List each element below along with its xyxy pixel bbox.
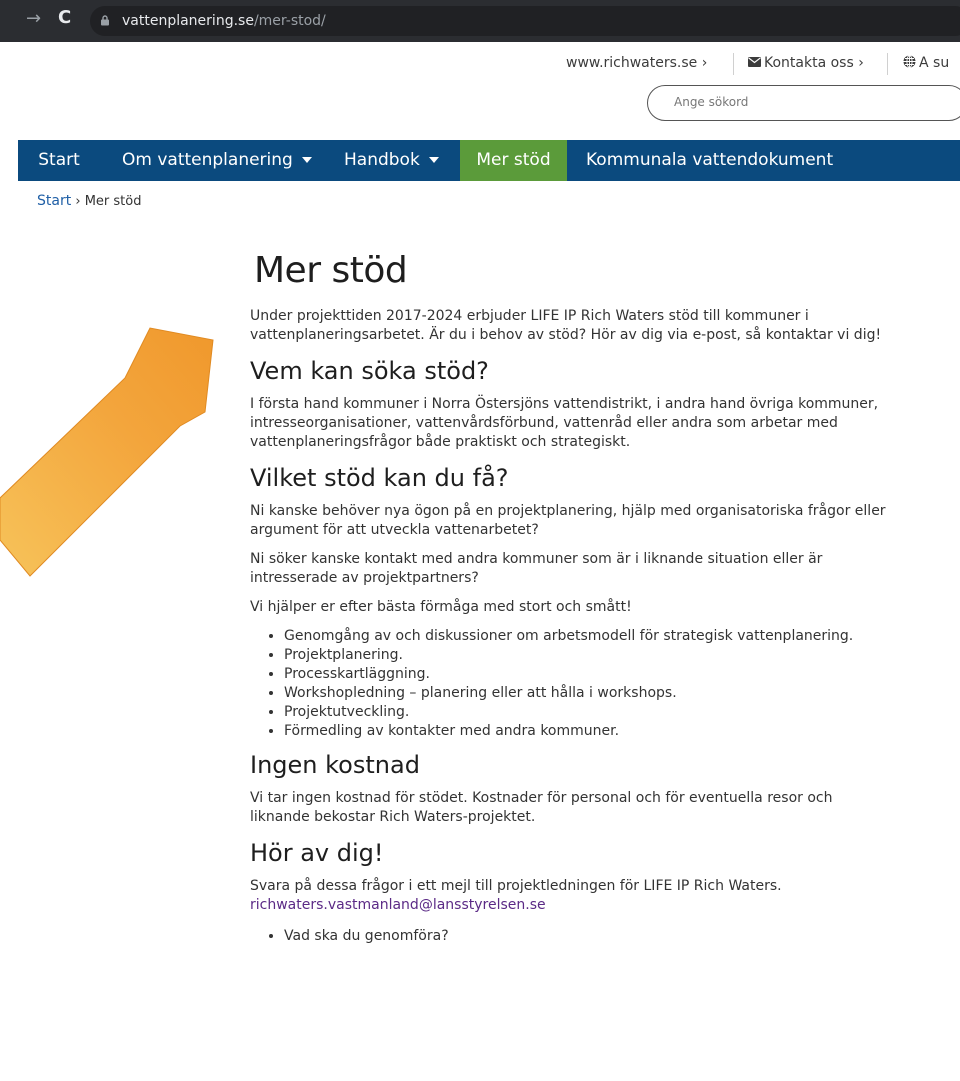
what-support-p2: Ni söker kanske kontakt med andra kommun… (250, 551, 823, 586)
globe-icon (903, 55, 916, 68)
envelope-icon (748, 57, 761, 67)
breadcrumb-separator: › (75, 194, 81, 209)
breadcrumb-home-link[interactable]: Start (37, 193, 71, 209)
support-list: Genomgång av och diskussioner om arbetsm… (250, 627, 890, 741)
nav-item-kommunala-vattendokument[interactable]: Kommunala vattendokument (586, 140, 833, 181)
language-link[interactable]: A su (903, 55, 949, 71)
questions-list: Vad ska du genomföra? (250, 927, 890, 946)
browser-toolbar: → C vattenplanering.se/mer-stod/ (0, 0, 960, 42)
nav-item-handbok[interactable]: Handbok (344, 140, 439, 181)
url-text: vattenplanering.se/mer-stod/ (122, 13, 326, 29)
richwaters-link[interactable]: www.richwaters.se › (566, 55, 707, 71)
no-cost-text: Vi tar ingen kostnad för stödet. Kostnad… (250, 790, 833, 825)
main-content: Mer stöd Under projekttiden 2017-2024 er… (250, 250, 890, 956)
nav-label: Handbok (344, 150, 420, 170)
breadcrumb: Start › Mer stöd (37, 193, 141, 209)
heading-who-can-apply: Vem kan söka stöd? (250, 357, 489, 385)
contact-text: Svara på dessa frågor i ett mejl till pr… (250, 877, 890, 915)
contact-link-label: Kontakta oss › (764, 55, 864, 71)
forward-arrow-icon[interactable]: → (26, 10, 41, 28)
list-item: Processkartläggning. (284, 665, 890, 684)
nav-label: Kommunala vattendokument (586, 150, 834, 170)
list-item: Förmedling av kontakter med andra kommun… (284, 722, 890, 741)
list-item: Vad ska du genomföra? (284, 927, 890, 946)
list-item: Workshopledning – planering eller att hå… (284, 684, 890, 703)
who-can-apply-text: I första hand kommuner i Norra Östersjön… (250, 396, 879, 450)
intro-paragraph: Under projekttiden 2017-2024 erbjuder LI… (250, 308, 882, 343)
list-item: Genomgång av och diskussioner om arbetsm… (284, 627, 890, 646)
caret-down-icon (301, 157, 312, 163)
url-path: /mer-stod/ (253, 13, 326, 29)
pointer-arrow-graphic (0, 327, 214, 577)
divider (733, 53, 734, 75)
what-support-p3: Vi hjälper er efter bästa förmåga med st… (250, 599, 632, 615)
nav-item-mer-stod[interactable]: Mer stöd (460, 140, 567, 181)
heading-no-cost: Ingen kostnad (250, 751, 420, 779)
breadcrumb-current: Mer stöd (84, 194, 142, 209)
nav-label: Start (38, 150, 80, 170)
lock-icon (101, 15, 109, 26)
main-navigation: Start Om vattenplanering Handbok Mer stö… (18, 140, 960, 181)
caret-down-icon (428, 157, 439, 163)
list-item: Projektplanering. (284, 646, 890, 665)
what-support-p1: Ni kanske behöver nya ögon på en projekt… (250, 503, 886, 538)
divider (887, 53, 888, 75)
language-link-label: A su (919, 55, 950, 71)
search-box (647, 85, 960, 121)
contact-text-body: Svara på dessa frågor i ett mejl till pr… (250, 878, 782, 894)
nav-label: Mer stöd (476, 150, 551, 170)
list-item: Projektutveckling. (284, 703, 890, 722)
page-title: Mer stöd (254, 250, 408, 291)
reload-icon[interactable]: C (58, 8, 71, 28)
contact-link[interactable]: Kontakta oss › (748, 55, 864, 71)
heading-what-support: Vilket stöd kan du få? (250, 464, 509, 492)
nav-item-start[interactable]: Start (18, 140, 100, 181)
nav-label: Om vattenplanering (122, 150, 293, 170)
url-host: vattenplanering.se (122, 13, 254, 29)
heading-contact: Hör av dig! (250, 839, 384, 867)
search-input[interactable] (674, 95, 934, 109)
contact-email-link[interactable]: richwaters.vastmanland@lansstyrelsen.se (250, 897, 546, 913)
address-bar[interactable]: vattenplanering.se/mer-stod/ (90, 6, 960, 36)
nav-item-om-vattenplanering[interactable]: Om vattenplanering (122, 140, 312, 181)
